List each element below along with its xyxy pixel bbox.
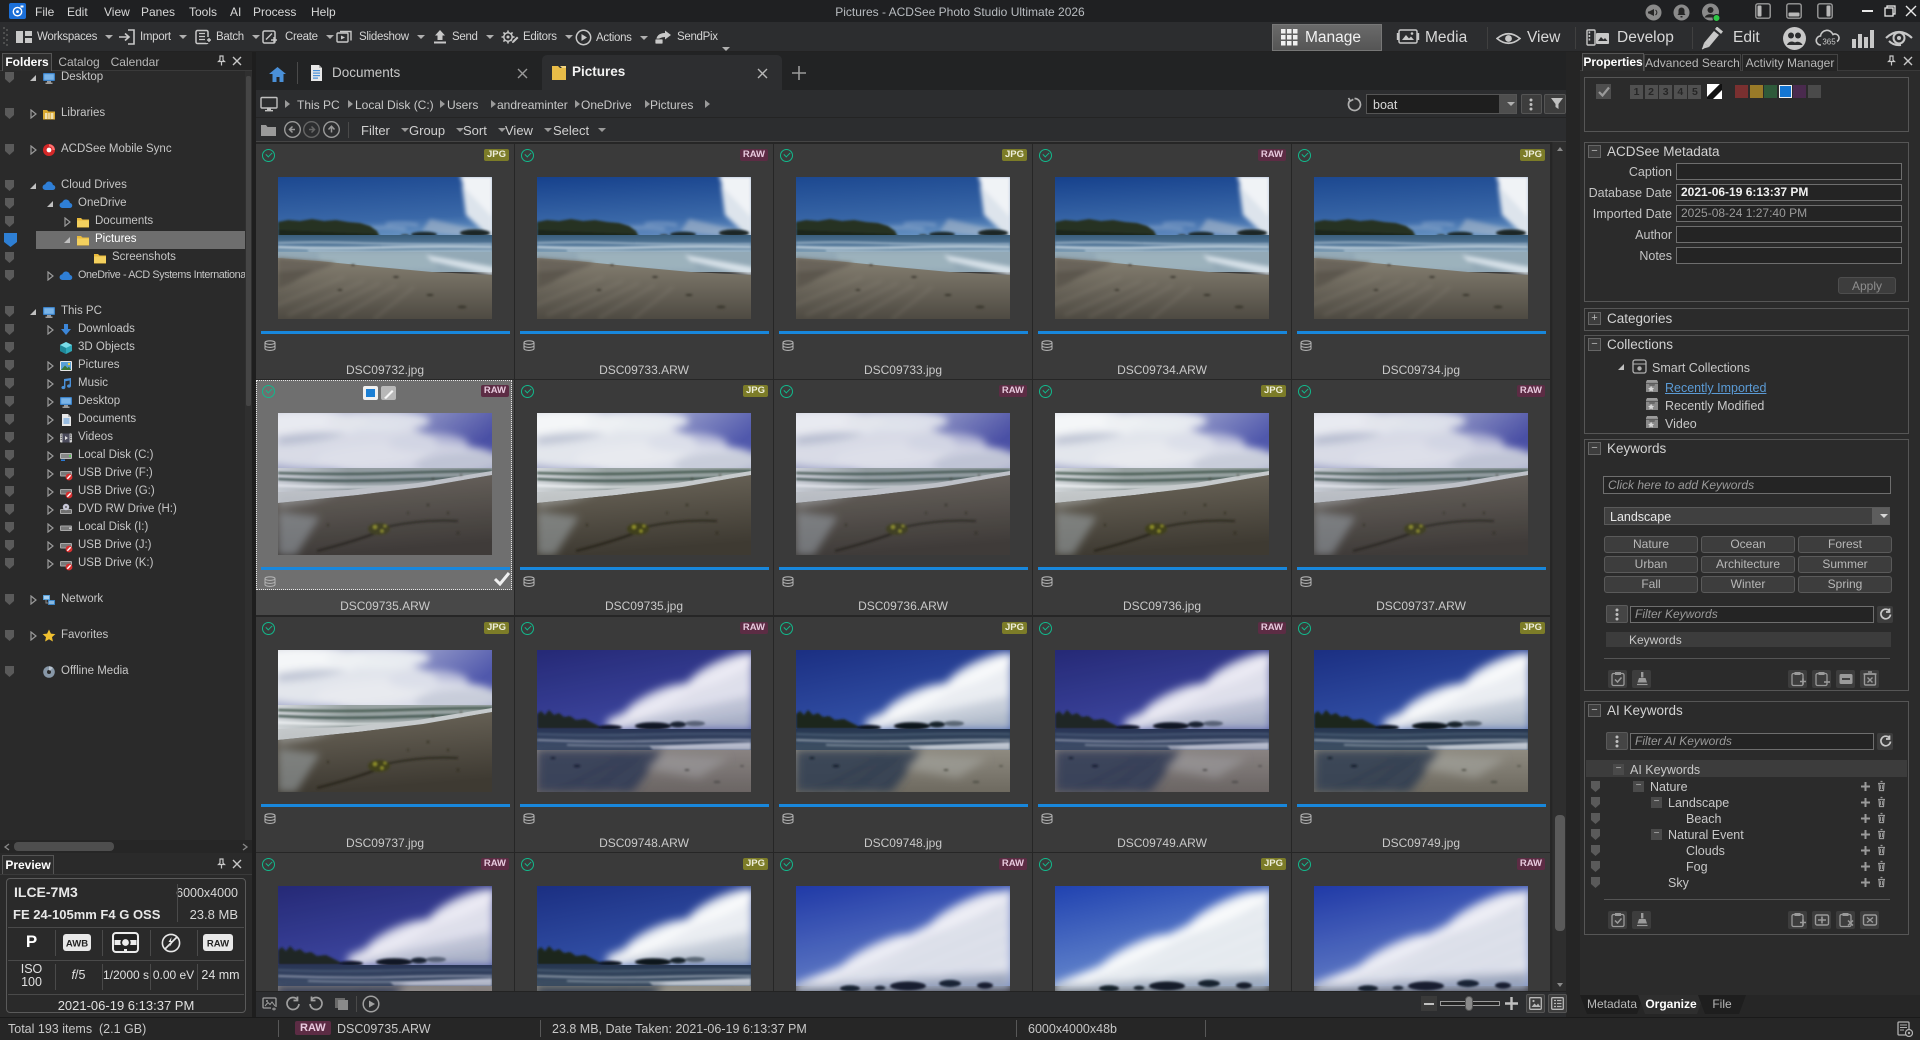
svg-text:365: 365 [1822,38,1836,47]
svg-text:RAW: RAW [207,939,229,950]
svg-text:AWB: AWB [66,939,88,950]
